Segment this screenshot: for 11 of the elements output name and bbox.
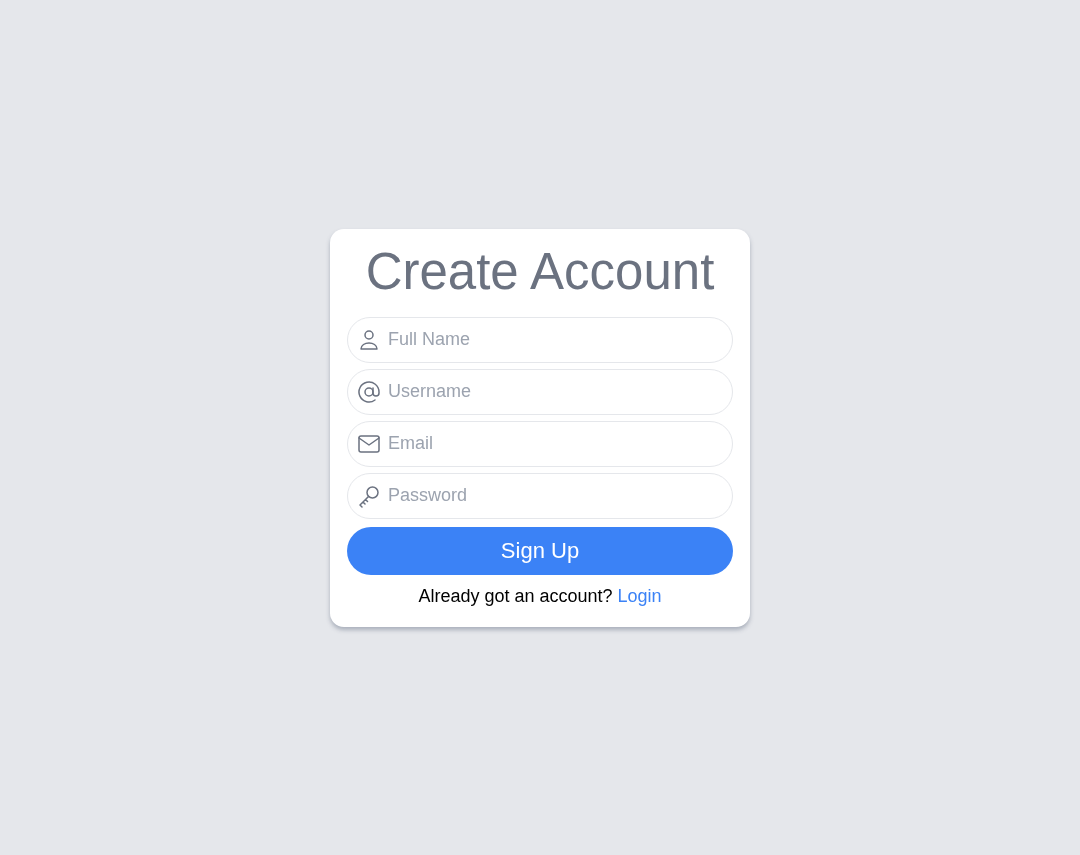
input-field[interactable]: Full Name xyxy=(347,316,733,363)
person-icon xyxy=(357,327,381,352)
at-sign-icon xyxy=(357,379,381,404)
key-icon xyxy=(357,483,381,508)
login-link[interactable]: Login xyxy=(617,585,662,606)
input-field[interactable]: Password xyxy=(347,472,733,519)
input-field[interactable]: Email xyxy=(347,420,733,467)
form-title: Create Account xyxy=(364,242,716,301)
sign-up-button[interactable]: Sign Up xyxy=(347,526,733,575)
input-field[interactable]: Username xyxy=(347,368,733,415)
login-prompt: Already got an account? xyxy=(418,585,613,606)
